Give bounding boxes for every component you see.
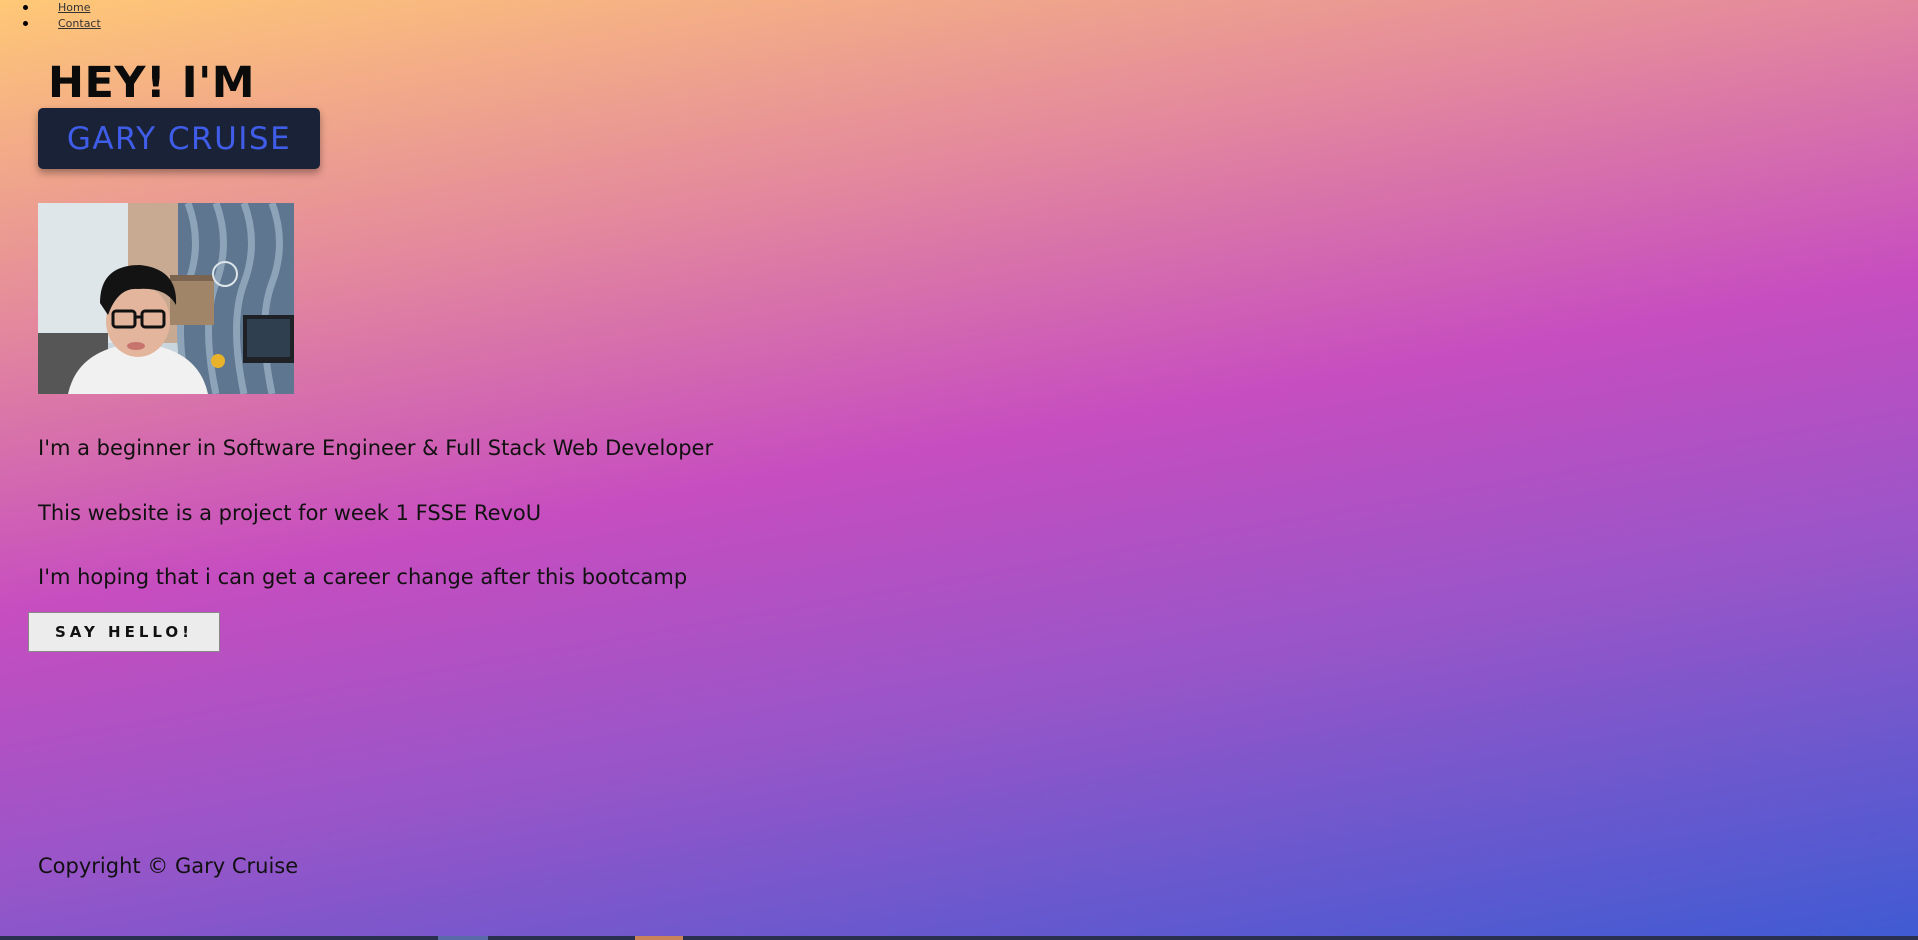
nav-item-home: Home bbox=[0, 0, 101, 16]
name-badge: GARY CRUISE bbox=[38, 108, 320, 169]
bottom-strip-mark bbox=[635, 936, 683, 940]
bottom-strip-mark bbox=[438, 936, 488, 940]
bio-line-1: I'm a beginner in Software Engineer & Fu… bbox=[38, 436, 714, 460]
name-text: GARY CRUISE bbox=[66, 120, 292, 157]
say-hello-button[interactable]: SAY HELLO! bbox=[28, 612, 220, 652]
bullet-icon bbox=[23, 5, 28, 10]
nav-menu: Home Contact bbox=[0, 0, 101, 32]
bottom-strip bbox=[0, 936, 1918, 940]
bio-line-2: This website is a project for week 1 FSS… bbox=[38, 501, 542, 525]
bio-line-3: I'm hoping that i can get a career chang… bbox=[38, 565, 688, 589]
bullet-icon bbox=[23, 21, 28, 26]
hero-greeting: HEY! I'M bbox=[48, 58, 256, 108]
nav-item-contact: Contact bbox=[0, 16, 101, 32]
footer-copyright: Copyright © Gary Cruise bbox=[38, 854, 299, 878]
nav-link-home[interactable]: Home bbox=[58, 1, 90, 14]
profile-photo bbox=[38, 203, 294, 394]
nav-link-contact[interactable]: Contact bbox=[58, 17, 101, 30]
